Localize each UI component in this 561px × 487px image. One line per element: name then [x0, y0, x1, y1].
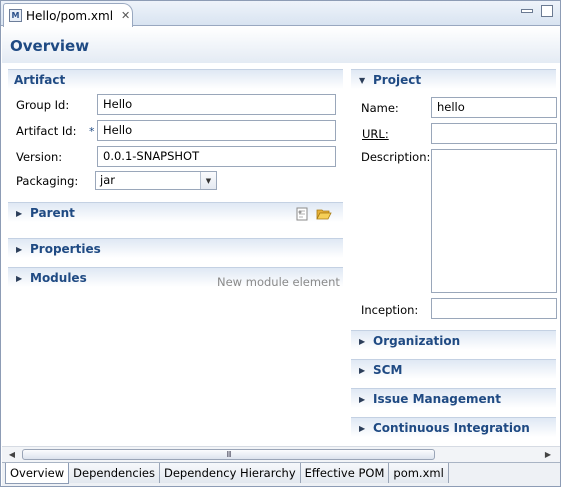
maven-file-icon: M: [9, 9, 22, 22]
open-folder-icon[interactable]: [316, 206, 332, 222]
maximize-icon[interactable]: [541, 5, 553, 17]
triangle-right-icon: ▶: [359, 423, 366, 433]
continuous-integration-section-header[interactable]: ▶ Continuous Integration: [351, 417, 556, 437]
required-marker: *: [89, 125, 95, 138]
version-field[interactable]: 0.0.1-SNAPSHOT: [97, 146, 336, 167]
packaging-label: Packaging:: [16, 174, 79, 188]
name-label: Name:: [361, 101, 399, 115]
version-label: Version:: [16, 150, 63, 164]
scrollbar-thumb[interactable]: III: [22, 449, 435, 460]
page-title: Overview: [10, 37, 90, 55]
scm-section-title: SCM: [373, 362, 403, 377]
triangle-right-icon: ▶: [359, 365, 366, 375]
horizontal-scrollbar[interactable]: ◀ III ▶: [2, 446, 560, 462]
inception-label: Inception:: [361, 303, 419, 317]
parent-section-header[interactable]: ▶ Parent: [8, 202, 343, 222]
editor-tab-bar: M Hello/pom.xml ✕: [1, 1, 560, 27]
triangle-right-icon: ▶: [359, 336, 366, 346]
tab-overview[interactable]: Overview: [5, 463, 70, 484]
parent-section-title: Parent: [30, 205, 75, 220]
chevron-down-icon[interactable]: ▼: [200, 172, 216, 189]
scroll-right-icon[interactable]: ▶: [541, 448, 555, 461]
triangle-right-icon: ▶: [359, 394, 366, 404]
packaging-select[interactable]: jar ▼: [95, 171, 217, 190]
properties-section-title: Properties: [30, 241, 101, 256]
page-tab-bar: Overview Dependencies Dependency Hierarc…: [2, 462, 560, 486]
modules-section-title: Modules: [30, 270, 87, 285]
url-field[interactable]: [431, 123, 557, 144]
tab-dependencies[interactable]: Dependencies: [69, 463, 160, 483]
pom-editor-window: M Hello/pom.xml ✕ Overview Artifact Grou…: [0, 0, 561, 487]
editor-tab-pom[interactable]: M Hello/pom.xml ✕: [3, 3, 133, 27]
tab-dependency-hierarchy[interactable]: Dependency Hierarchy: [160, 463, 301, 483]
close-icon[interactable]: ✕: [121, 9, 130, 22]
artifact-section-header: Artifact: [8, 69, 343, 89]
triangle-right-icon: ▶: [16, 244, 23, 254]
issue-management-section-header[interactable]: ▶ Issue Management: [351, 388, 556, 408]
artifact-section-title: Artifact: [14, 72, 66, 87]
triangle-right-icon: ▶: [16, 208, 23, 218]
organization-section-title: Organization: [373, 333, 461, 348]
tab-effective-pom[interactable]: Effective POM: [300, 463, 390, 483]
new-module-hint[interactable]: New module element: [217, 275, 340, 289]
select-parent-icon[interactable]: [294, 206, 310, 222]
editor-tab-title: Hello/pom.xml: [26, 8, 114, 23]
continuous-integration-section-title: Continuous Integration: [373, 420, 530, 435]
name-field[interactable]: hello: [431, 97, 557, 118]
scm-section-header[interactable]: ▶ SCM: [351, 359, 556, 379]
properties-section-header[interactable]: ▶ Properties: [8, 238, 343, 258]
issue-management-section-title: Issue Management: [373, 391, 501, 406]
minimize-icon[interactable]: [521, 9, 533, 13]
description-label: Description:: [361, 150, 431, 164]
tab-pom-xml[interactable]: pom.xml: [389, 463, 449, 483]
description-field[interactable]: [431, 149, 557, 293]
artifact-id-field[interactable]: Hello: [97, 120, 336, 141]
inception-field[interactable]: [431, 298, 557, 319]
packaging-value: jar: [100, 173, 115, 187]
page-header: Overview: [2, 27, 560, 63]
group-id-label: Group Id:: [16, 98, 70, 112]
triangle-down-icon: ▼: [359, 75, 366, 85]
scroll-left-icon[interactable]: ◀: [5, 448, 19, 461]
url-link[interactable]: URL:: [362, 127, 389, 141]
project-section-title: Project: [373, 72, 422, 87]
scrollbar-grip: III: [226, 450, 231, 459]
group-id-field[interactable]: Hello: [97, 94, 336, 115]
organization-section-header[interactable]: ▶ Organization: [351, 330, 556, 350]
triangle-right-icon: ▶: [16, 273, 23, 283]
project-section-header[interactable]: ▼ Project: [351, 69, 556, 89]
artifact-id-label: Artifact Id:: [16, 124, 77, 138]
